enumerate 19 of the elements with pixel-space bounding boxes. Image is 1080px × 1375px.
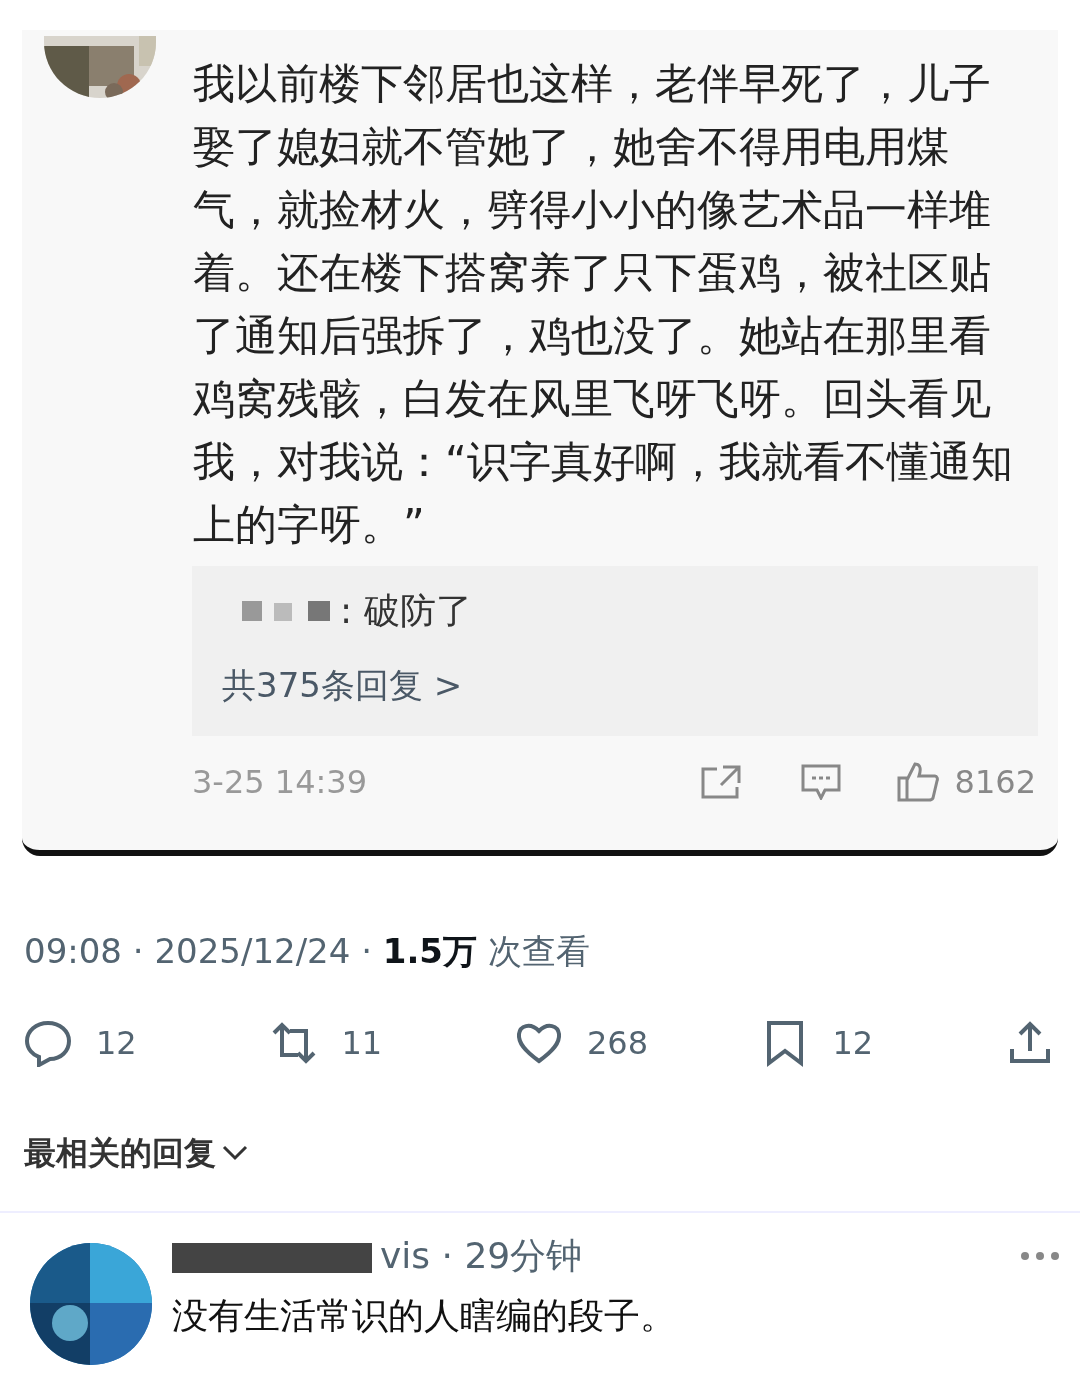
like-count: 8162 <box>954 762 1036 803</box>
more-icon[interactable] <box>1020 1251 1060 1261</box>
comment-icon[interactable] <box>800 764 841 800</box>
share-icon[interactable] <box>700 765 741 799</box>
comment-text: 我以前楼下邻居也这样，老伴早死了，儿子娶了媳妇就不管她了，她舍不得用电用煤气，就捡材火，劈得小小的像艺术品一样堆着。还在楼下搭窝养了只下蛋鸡，被社区贴了通知后强拆了，鸡也没了。她站在那里看鸡窝残骸，白发在风里飞呀飞呀。回头看见我，对我说：“识字真好啊，我就看不懂通知上的字呀。” <box>193 58 1014 551</box>
comment-time: 3-25 14:39 <box>192 762 367 803</box>
bookmark-count: 12 <box>832 1023 874 1064</box>
thumbs-up-icon[interactable] <box>896 762 939 802</box>
reply-preview-text: : 破防了 <box>340 589 472 633</box>
sort-menu[interactable]: 最相关的回复 <box>24 1129 216 1177</box>
reply-text: 没有生活常识的人瞎编的段子。 <box>172 1294 677 1338</box>
tweet-meta: 09:08 · 2025/12/24 · 1.5万 次查看 <box>23 930 591 973</box>
chevron-down-icon[interactable] <box>222 1145 248 1161</box>
reply-count-link[interactable]: 共375条回复 > <box>222 660 1008 711</box>
reply-icon[interactable] <box>24 1019 72 1067</box>
heart-count: 268 <box>587 1023 649 1064</box>
reply-count: 12 <box>96 1023 137 1064</box>
repost-count: 11 <box>341 1023 383 1064</box>
reply-meta: vis · 29分钟 <box>380 1234 583 1278</box>
